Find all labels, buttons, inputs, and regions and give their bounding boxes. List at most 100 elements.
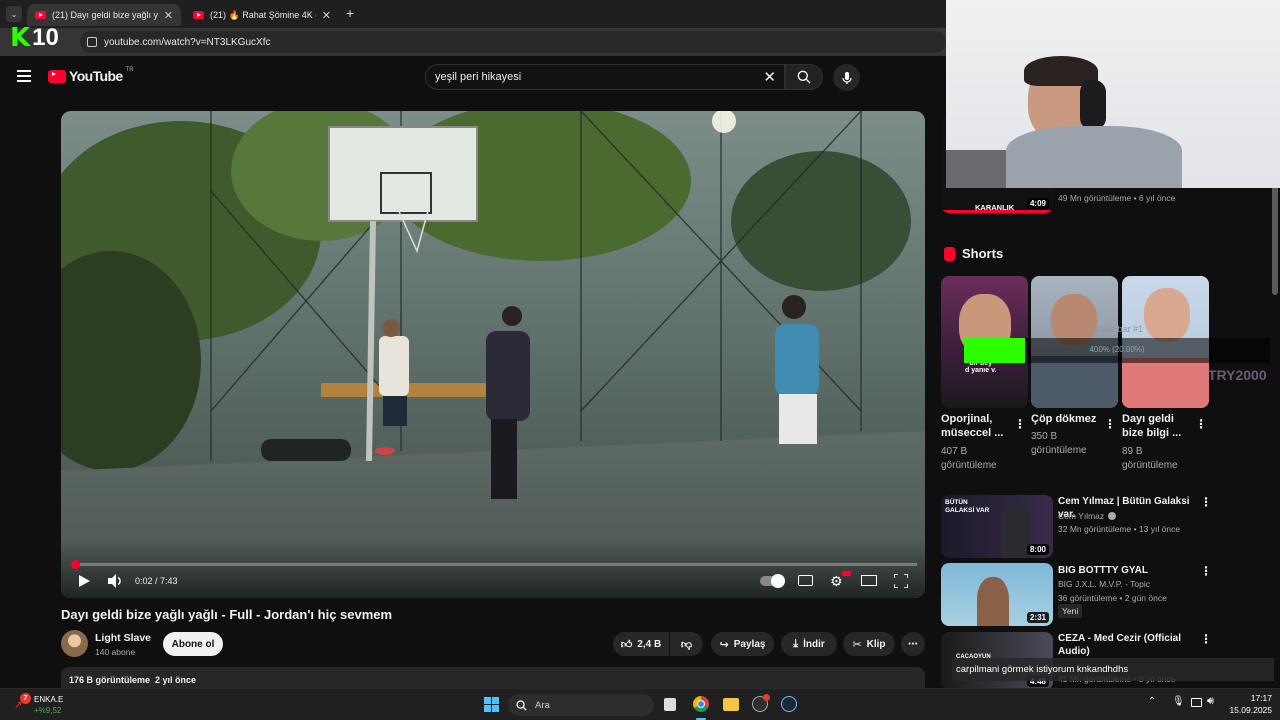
k-logo-icon: K — [10, 23, 31, 53]
file-explorer-icon[interactable] — [723, 698, 739, 711]
video-title[interactable]: BIG BOTTTY GYAL — [1058, 564, 1198, 577]
share-button[interactable]: ↪ Paylaş — [711, 632, 774, 656]
close-icon[interactable]: ✕ — [164, 9, 173, 22]
tab-title: (21) Dayı geldi bize yağlı yağlı — [52, 10, 158, 20]
youtube-logo[interactable]: YouTube TR — [48, 67, 134, 84]
close-icon[interactable]: ✕ — [322, 9, 331, 22]
task-view-icon[interactable] — [664, 698, 676, 711]
subscriber-count: 140 abone — [95, 647, 136, 657]
play-button[interactable] — [79, 575, 90, 587]
youtube-logo-text: YouTube — [69, 68, 123, 84]
subtitles-icon[interactable] — [798, 575, 813, 586]
more-actions-button[interactable]: ⋯ — [901, 632, 925, 656]
streamer-shirt — [1006, 126, 1182, 188]
like-button[interactable]: 👍︎ 2,4 B — [613, 632, 669, 656]
channel-name[interactable]: Cem Yılmaz — [1058, 511, 1104, 521]
youtube-favicon-icon — [35, 11, 46, 19]
fullscreen-icon[interactable] — [894, 574, 908, 588]
site-info-icon[interactable] — [87, 37, 97, 47]
download-label: İndir — [803, 638, 825, 650]
scissors-icon: ✂ — [852, 638, 862, 651]
autoplay-toggle[interactable] — [760, 574, 785, 588]
stock-name: ENKA.E — [34, 695, 64, 704]
steam-icon[interactable] — [781, 696, 797, 712]
video-thumbnail[interactable]: 2:31 — [941, 563, 1053, 626]
browser-tab-strip: ⌄ (21) Dayı geldi bize yağlı yağlı ✕ (21… — [0, 0, 946, 28]
hd-badge — [842, 571, 851, 576]
short-title[interactable]: Çöp dökmez — [1031, 412, 1107, 426]
stock-trend-icon: ↗ — [14, 700, 23, 711]
video-player[interactable] — [61, 111, 925, 598]
more-vertical-icon[interactable]: ⋮ — [1200, 495, 1212, 509]
video-channel: Cem Yılmaz — [1058, 511, 1117, 521]
microphone-tray-icon[interactable]: 🎙︎ — [1172, 696, 1185, 707]
new-tab-button[interactable]: + — [346, 5, 354, 21]
obs-icon[interactable] — [752, 694, 770, 712]
download-button[interactable]: ⤓ İndir — [781, 632, 837, 656]
subscribe-button[interactable]: Abone ol — [163, 632, 223, 656]
video-duration: 4:09 — [1026, 198, 1049, 209]
video-thumbnail[interactable]: BÜTÜN GALAKSİ VAR 8:00 — [941, 495, 1053, 558]
search-button[interactable] — [785, 64, 823, 90]
donate-bar: 400% (20.00%) — [964, 338, 1270, 363]
progress-scrubber[interactable] — [71, 560, 80, 569]
youtube-favicon-icon — [193, 11, 204, 19]
tab-title: (21) 🔥 Rahat Şömine 4K (12 S — [210, 9, 316, 20]
search-query: yeşil peri hikayesi — [435, 71, 522, 83]
more-horizontal-icon: ⋯ — [908, 638, 918, 650]
clock-date: 15.09.2025 — [1229, 705, 1272, 715]
address-bar[interactable]: youtube.com/watch?v=NT3LKGucXfc — [80, 31, 946, 53]
speaker-icon[interactable]: 🔊︎ — [1207, 695, 1214, 708]
thumbs-down-icon: 👎︎ — [680, 638, 693, 651]
chat-overlay: carpilmani görmek istiyorum knkandhdhs — [952, 658, 1274, 681]
download-icon: ⤓ — [793, 637, 799, 650]
player-gradient — [61, 540, 925, 598]
clock-time: 17:17 — [1250, 693, 1272, 703]
thumbs-up-icon: 👍︎ — [620, 638, 633, 651]
channel-avatar[interactable] — [61, 630, 88, 657]
taskbar-search-placeholder: Ara — [535, 699, 550, 711]
more-vertical-icon[interactable]: ⋮ — [1104, 417, 1116, 431]
more-vertical-icon[interactable]: ⋮ — [1014, 417, 1026, 431]
video-title[interactable]: CEZA - Med Cezir (Official Audio) — [1058, 632, 1198, 658]
clip-label: Klip — [866, 638, 886, 650]
more-vertical-icon[interactable]: ⋮ — [1200, 632, 1212, 646]
url-text: youtube.com/watch?v=NT3LKGucXfc — [104, 36, 271, 48]
channel-name[interactable]: BIG J.X.L. M.V.P. - Topic — [1058, 579, 1150, 589]
network-icon[interactable] — [1191, 698, 1202, 707]
donate-label: Donate bar #1 — [1086, 324, 1144, 334]
donate-progress-text: 400% (20.00%) — [1089, 345, 1145, 354]
short-title[interactable]: Oporjinal, müseccel ... — [941, 412, 1017, 440]
tab-dayi-geldi[interactable]: (21) Dayı geldi bize yağlı yağlı ✕ — [27, 4, 181, 26]
menu-icon[interactable] — [17, 70, 31, 82]
chat-message: carpilmani görmek istiyorum knkandhdhs — [956, 664, 1129, 675]
search-input[interactable]: yeşil peri hikayesi ✕ — [425, 64, 785, 90]
headphones-icon — [1080, 80, 1106, 130]
taskbar-search[interactable]: Ara — [508, 694, 654, 716]
dislike-button[interactable]: 👎︎ — [670, 632, 703, 656]
more-vertical-icon[interactable]: ⋮ — [1200, 564, 1212, 578]
overlay-logo-number: 10 — [32, 24, 59, 51]
start-button[interactable] — [484, 697, 499, 712]
thumbnail-text: KARANLIK — [975, 203, 1015, 212]
short-title[interactable]: Dayı geldi bize bilgi ... — [1122, 412, 1198, 440]
volume-icon[interactable] — [108, 574, 123, 588]
tab-rahat-somine[interactable]: (21) 🔥 Rahat Şömine 4K (12 S ✕ — [185, 4, 339, 26]
clock[interactable]: 17:17 15.09.2025 — [1222, 693, 1272, 715]
progress-bar[interactable] — [71, 560, 917, 569]
more-vertical-icon[interactable]: ⋮ — [1195, 417, 1207, 431]
video-duration: 8:00 — [1026, 544, 1049, 555]
clear-search-icon[interactable]: ✕ — [763, 68, 776, 86]
page-scrollbar[interactable] — [1272, 110, 1278, 688]
theater-mode-icon[interactable] — [861, 575, 877, 586]
tab-list-button[interactable]: ⌄ — [6, 6, 22, 22]
chrome-icon[interactable] — [693, 696, 709, 712]
settings-gear-icon[interactable]: ⚙ — [830, 574, 843, 588]
notification-dot-icon — [763, 694, 770, 701]
clip-button[interactable]: ✂ Klip — [843, 632, 895, 656]
share-icon: ↪ — [719, 638, 729, 651]
tray-chevron-icon[interactable]: ⌃ — [1148, 696, 1156, 707]
new-badge: Yeni — [1058, 604, 1083, 618]
channel-name[interactable]: Light Slave — [95, 632, 151, 644]
voice-search-button[interactable] — [833, 64, 860, 91]
